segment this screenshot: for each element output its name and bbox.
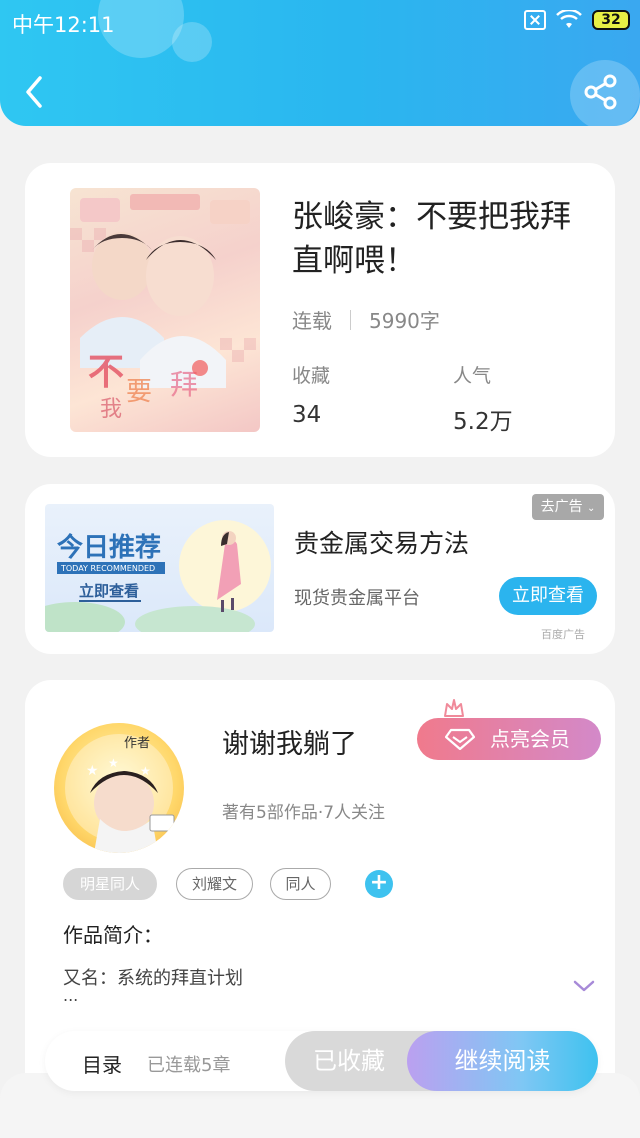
continue-reading-button[interactable]: 继续阅读 [407,1031,598,1091]
ad-card[interactable]: 今日推荐 TODAY RECOMMENDED 立即查看 贵金属交易方法 现货贵金… [25,484,615,654]
status-bar: 中午12:11 32 [0,0,640,44]
header-bar: 中午12:11 32 [0,0,640,126]
tag-chip[interactable]: 明星同人 [63,868,157,900]
intro-ellipsis: ... [63,986,79,1005]
favorites-value: 34 [292,402,322,428]
ad-view-button[interactable]: 立即查看 [499,577,597,615]
ad-image[interactable]: 今日推荐 TODAY RECOMMENDED 立即查看 [45,504,274,632]
status-icons: 32 [524,10,630,30]
chevron-left-icon [26,76,42,108]
svg-text:要: 要 [126,377,152,407]
ad-subtitle: 现货贵金属平台 [294,588,420,609]
ad-image-main-text: 今日推荐 [57,532,161,563]
svg-text:★: ★ [140,764,151,778]
intro-heading: 作品简介： [63,923,163,947]
activate-vip-label: 点亮会员 [490,727,570,751]
ad-image-english-text: TODAY RECOMMENDED [60,564,155,573]
remove-ad-button[interactable]: 去广告 ⌄ [532,494,604,520]
status-time: 中午12:11 [12,13,115,37]
svg-text:★: ★ [108,756,119,770]
tag-chip[interactable]: 同人 [270,868,331,900]
back-button[interactable] [18,72,52,112]
activate-vip-button[interactable]: 点亮会员 [417,718,601,760]
ad-title[interactable]: 贵金属交易方法 [294,524,469,560]
bottom-action-bar: 目录 已连载5章 已收藏 继续阅读 [45,1031,598,1091]
book-title: 张峻豪：不要把我拜直啊喂！ [292,199,571,279]
intro-text: 又名：系统的拜直计划 [63,968,243,989]
favorites-label: 收藏 [292,365,331,387]
table-of-contents-button[interactable]: 目录 [82,1049,122,1078]
svg-text:★: ★ [86,763,99,779]
popularity-label: 人气 [453,365,492,387]
book-info-card: 不 要 拜 我 张峻豪：不要把我拜直啊喂！ 连载 5990字 收藏 34 人气 … [25,163,615,457]
expand-chevron-icon[interactable] [573,978,595,994]
svg-text:我: 我 [100,397,122,422]
ad-image-cta-text: 立即查看 [79,582,139,600]
avatar-illustration: ★ ★ ★ 作者 [65,734,175,853]
wifi-icon [556,10,582,28]
remove-ad-label: 去广告 [540,499,583,515]
cover-illustration: 不 要 拜 我 [70,194,256,422]
book-status: 连载 [292,309,332,333]
meta-divider [350,309,351,330]
add-tag-button[interactable]: + [365,870,393,898]
ad-source-label: 百度广告 [541,628,585,641]
book-meta: 连载 5990字 [292,305,440,334]
sim-card-icon [524,10,546,30]
share-icon [584,74,617,110]
author-avatar[interactable]: ★ ★ ★ 作者 [54,723,184,853]
crown-icon [444,699,464,717]
svg-text:不: 不 [88,352,124,393]
share-button[interactable] [584,74,618,110]
ad-illustration: 今日推荐 TODAY RECOMMENDED 立即查看 [45,520,271,632]
popularity-stat: 人气 5.2万 [453,361,513,436]
chevron-down-icon: ⌄ [587,503,596,514]
book-cover-image[interactable]: 不 要 拜 我 [70,188,260,432]
battery-indicator: 32 [592,10,630,30]
author-badge-text: 作者 [124,736,150,751]
favorites-stat: 收藏 34 [292,361,330,428]
plus-icon: + [369,870,389,895]
diamond-icon [445,728,475,750]
word-count: 5990字 [369,309,440,333]
author-info: 著有5部作品·7人关注 [222,803,386,823]
author-name[interactable]: 谢谢我躺了 [222,722,357,761]
tag-chip[interactable]: 刘耀文 [176,868,253,900]
popularity-value: 5.2万 [453,409,513,435]
chapters-count: 已连载5章 [147,1055,231,1076]
